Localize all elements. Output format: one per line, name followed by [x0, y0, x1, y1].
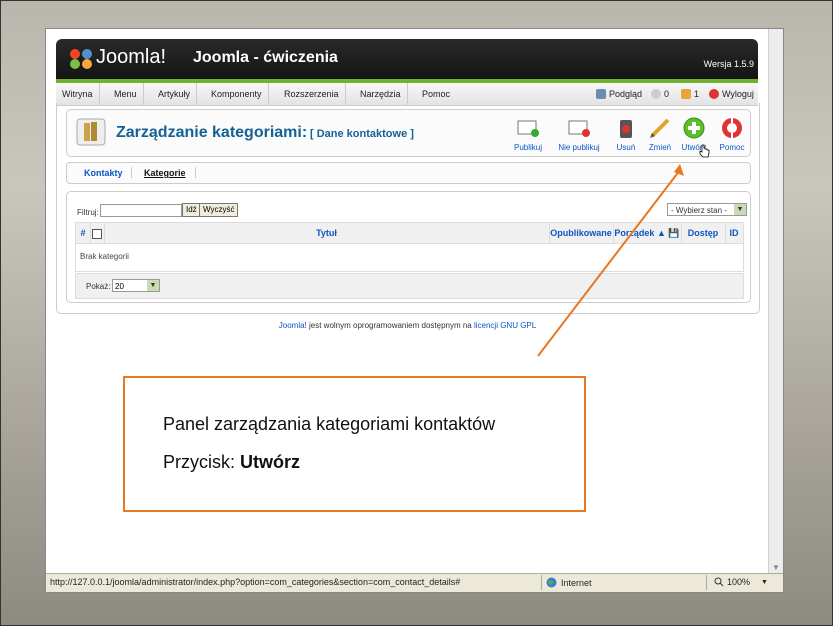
zoom-control[interactable]: 100% ▼ [714, 577, 768, 587]
menu-item-witryna[interactable]: Witryna [56, 83, 100, 105]
logout-link[interactable]: Wyloguj [709, 83, 754, 105]
messages-status[interactable]: 0 [651, 83, 669, 105]
joomla-logo-icon [70, 49, 92, 69]
security-zone-label: Internet [561, 577, 592, 588]
messages-icon [651, 89, 661, 99]
menu-item-rozszerzenia[interactable]: Rozszerzenia [278, 83, 346, 105]
preview-label: Podgląd [609, 89, 643, 99]
annotation-line1: Panel zarządzania kategoriami kontaktów [163, 414, 496, 434]
status-url: http://127.0.0.1/joomla/administrator/in… [50, 577, 461, 587]
joomla-header: Joomla! Joomla - ćwiczenia Wersja 1.5.9 [56, 39, 758, 79]
status-divider [706, 575, 707, 590]
zoom-icon [714, 577, 724, 587]
logout-label: Wyloguj [722, 89, 754, 99]
content-frame [56, 103, 760, 314]
footer-text: jest wolnym oprogramowaniem dostępnym na [306, 321, 474, 330]
annotation-line2: Przycisk: Utwórz [163, 452, 300, 473]
logout-icon [709, 89, 719, 99]
annotation-bold: Utwórz [240, 452, 301, 472]
vertical-scrollbar[interactable]: ▼ [768, 29, 783, 574]
messages-count: 0 [664, 89, 670, 99]
menu-item-narzedzia[interactable]: Narzędzia [354, 83, 408, 105]
footer-license-link[interactable]: licencji GNU GPL [474, 321, 536, 330]
status-divider [541, 575, 542, 590]
preview-icon [596, 89, 606, 99]
menu-item-komponenty[interactable]: Komponenty [205, 83, 269, 105]
preview-link[interactable]: Podgląd [596, 83, 642, 105]
zoom-level: 100% [727, 577, 751, 587]
chevron-down-icon: ▼ [761, 578, 768, 586]
users-count: 1 [694, 89, 700, 99]
site-title: Joomla - ćwiczenia [193, 49, 338, 66]
menu-item-pomoc[interactable]: Pomoc [416, 83, 456, 105]
browser-statusbar: http://127.0.0.1/joomla/administrator/in… [46, 573, 783, 592]
users-status: 1 [681, 83, 699, 105]
footer-brand-link[interactable]: Joomla! [279, 321, 307, 330]
version-label: Wersja 1.5.9 [703, 59, 754, 69]
annotation-callout: Panel zarządzania kategoriami kontaktów … [123, 376, 586, 512]
joomla-logo-text: Joomla! [96, 46, 167, 68]
annotation-prefix: Przycisk: [163, 452, 241, 472]
menu-item-menu[interactable]: Menu [108, 83, 144, 105]
users-icon [681, 89, 691, 99]
scroll-down-icon[interactable]: ▼ [772, 563, 780, 572]
footer: Joomla! jest wolnym oprogramowaniem dost… [46, 321, 769, 330]
menu-item-artykuly[interactable]: Artykuły [152, 83, 198, 105]
globe-icon [546, 577, 557, 588]
security-zone: Internet [546, 577, 592, 588]
